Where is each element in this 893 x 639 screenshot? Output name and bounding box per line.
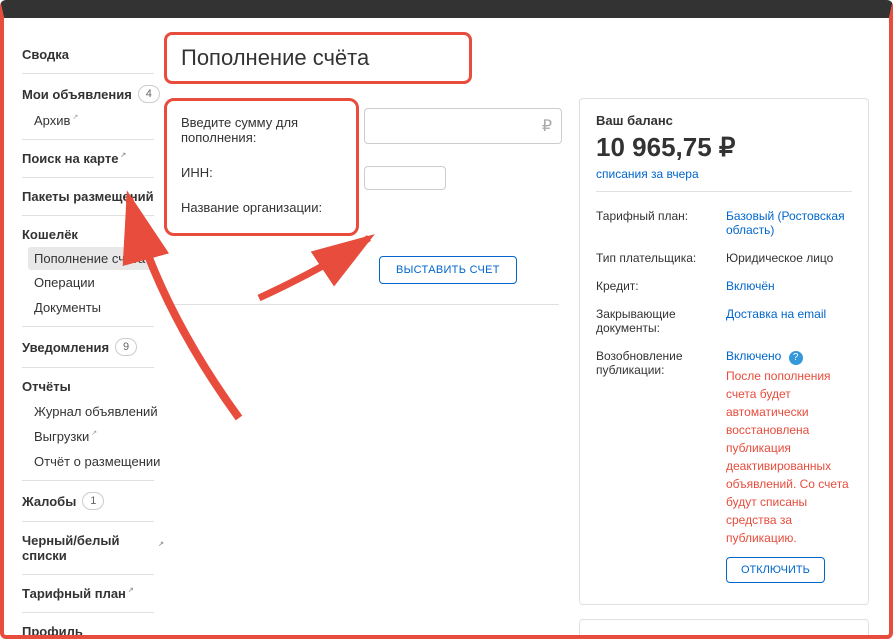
nav-blacklist[interactable]: Черный/белый списки↗ [22, 528, 164, 568]
balance-column: Ваш баланс 10 965,75 ₽ списания за вчера… [579, 98, 869, 639]
nav-wallet-docs[interactable]: Документы [22, 295, 164, 320]
notifications-count-badge: 9 [115, 338, 137, 356]
tariff-value-link[interactable]: Базовый (Ростовская область) [726, 209, 852, 237]
resume-warning-text: После пополнения счета будет автоматичес… [726, 367, 852, 547]
nav-reports-journal[interactable]: Журнал объявлений [22, 399, 164, 424]
page-title: Пополнение счёта [181, 45, 369, 71]
yesterday-charges-link[interactable]: списания за вчера [596, 167, 852, 181]
nav-map-search[interactable]: Поиск на карте↗ [22, 146, 164, 171]
issue-invoice-button[interactable]: ВЫСТАВИТЬ СЧЕТ [379, 256, 517, 284]
nav-my-ads-label: Мои объявления [22, 87, 132, 102]
my-ads-count-badge: 4 [138, 85, 160, 103]
inn-input[interactable] [364, 166, 446, 190]
nav-my-ads[interactable]: Мои объявления 4 [22, 80, 164, 108]
nav-tariff[interactable]: Тарифный план↗ [22, 581, 164, 606]
credit-label: Кредит: [596, 279, 726, 293]
credit-value-link[interactable]: Включён [726, 279, 852, 293]
promo-panel: Если у вас есть промо-код, введите его П… [579, 619, 869, 639]
help-circle-icon[interactable]: ? [789, 351, 803, 365]
nav-packages[interactable]: Пакеты размещений [22, 184, 164, 209]
nav-notifications-label: Уведомления [22, 340, 109, 355]
resume-pub-label: Возобновление публикации: [596, 349, 726, 377]
form-highlight-box: Введите сумму для пополнения: ИНН: Назва… [164, 98, 359, 236]
promo-label: Если у вас есть промо-код, введите его [596, 634, 852, 639]
amount-label: Введите сумму для пополнения: [181, 115, 326, 145]
nav-complaints[interactable]: Жалобы 1 [22, 487, 164, 515]
nav-reports-export[interactable]: Выгрузки↗ [22, 424, 164, 449]
disable-button[interactable]: ОТКЛЮЧИТЬ [726, 557, 825, 583]
nav-profile[interactable]: Профиль [22, 619, 164, 639]
nav-reports[interactable]: Отчёты [22, 374, 164, 399]
sidebar: Сводка Мои объявления 4 Архив↗ Поиск на … [4, 22, 164, 635]
complaints-count-badge: 1 [82, 492, 104, 510]
balance-amount: 10 965,75 ₽ [596, 132, 852, 163]
floating-inputs: ₽ [364, 108, 562, 190]
payer-type-label: Тип плательщика: [596, 251, 726, 265]
ruble-icon: ₽ [542, 116, 552, 136]
nav-reports-placement[interactable]: Отчёт о размещении [22, 449, 164, 474]
nav-wallet-topup[interactable]: Пополнение счёта [28, 247, 154, 270]
balance-label: Ваш баланс [596, 113, 852, 128]
nav-archive[interactable]: Архив↗ [22, 108, 164, 133]
org-label: Название организации: [181, 200, 326, 215]
inn-label: ИНН: [181, 165, 326, 180]
payer-type-value: Юридическое лицо [726, 251, 852, 265]
nav-wallet[interactable]: Кошелёк [22, 222, 164, 247]
nav-wallet-ops[interactable]: Операции [22, 270, 164, 295]
closing-docs-label: Закрывающие документы: [596, 307, 726, 335]
closing-docs-link[interactable]: Доставка на email [726, 307, 852, 321]
page-title-highlight: Пополнение счёта [164, 32, 472, 84]
nav-notifications[interactable]: Уведомления 9 [22, 333, 164, 361]
nav-complaints-label: Жалобы [22, 494, 76, 509]
amount-input[interactable] [364, 108, 562, 144]
tariff-label: Тарифный план: [596, 209, 726, 223]
nav-summary[interactable]: Сводка [22, 42, 164, 67]
balance-panel: Ваш баланс 10 965,75 ₽ списания за вчера… [579, 98, 869, 605]
resume-pub-link[interactable]: Включено [726, 349, 781, 363]
